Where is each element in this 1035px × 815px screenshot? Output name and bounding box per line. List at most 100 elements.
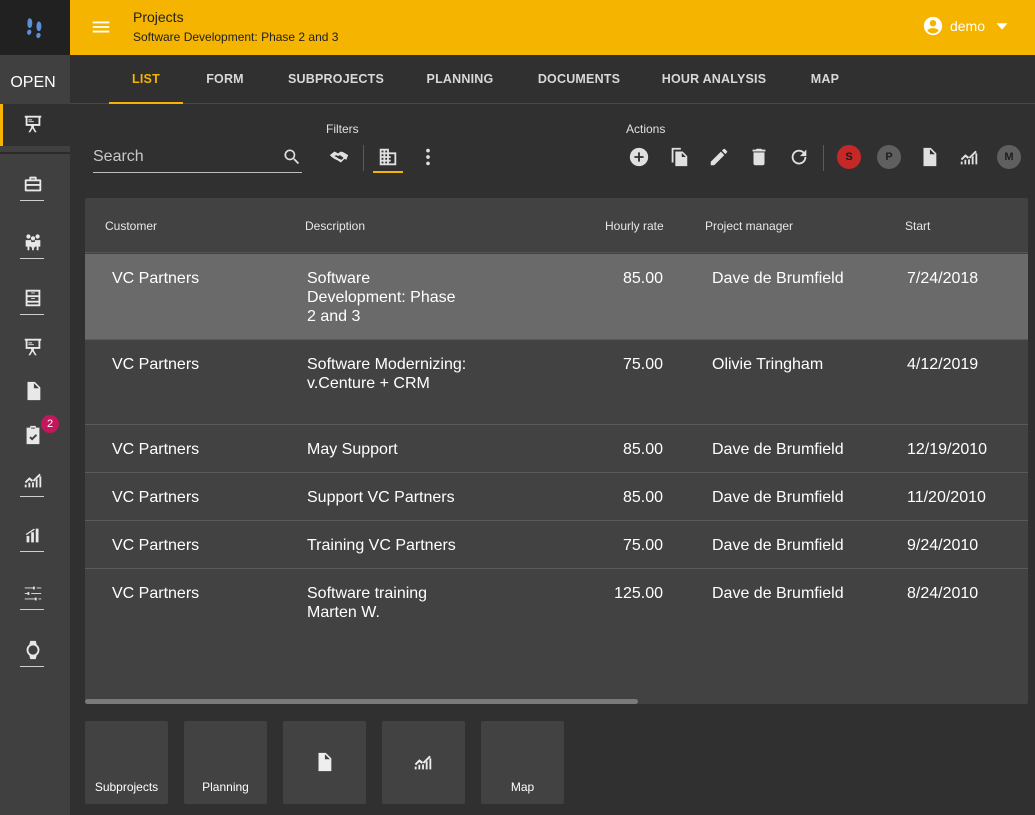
column-header-start[interactable]: Start — [905, 219, 930, 233]
rail-divider — [0, 152, 70, 154]
table-row[interactable]: VC Partners Support VC Partners 85.00 Da… — [85, 473, 1028, 521]
tasks-badge: 2 — [41, 415, 59, 433]
table-row[interactable]: VC Partners Software training Marten W. … — [85, 569, 1028, 635]
trending-chart-icon[interactable] — [20, 467, 46, 497]
tile-label: Map — [510, 780, 535, 794]
trending-chart-icon — [414, 755, 432, 770]
page-subtitle: Software Development: Phase 2 and 3 — [133, 30, 339, 44]
sliders-icon[interactable] — [20, 580, 46, 610]
column-header-hourly-rate[interactable]: Hourly rate — [605, 219, 664, 233]
handshake-filter-icon[interactable] — [327, 145, 351, 169]
people-icon[interactable] — [20, 229, 46, 259]
cell-hourly-rate: 75.00 — [622, 537, 663, 554]
status-p-letter: P — [885, 151, 893, 163]
tab-documents[interactable]: DOCUMENTS — [533, 55, 625, 103]
actions-divider — [823, 145, 824, 171]
trending-chart-icon[interactable] — [957, 145, 981, 169]
search-icon[interactable] — [282, 147, 302, 167]
app-root: OPEN 2 Projects Software Development: Ph… — [0, 0, 1035, 815]
cell-customer: VC Partners — [112, 356, 200, 373]
column-header-description[interactable]: Description — [305, 219, 365, 233]
tab-map[interactable]: MAP — [803, 55, 847, 103]
tab-form[interactable]: FORM — [196, 55, 254, 103]
actions-label: Actions — [626, 122, 666, 136]
left-rail: OPEN 2 — [0, 0, 70, 815]
open-label: OPEN — [10, 74, 56, 91]
tile-label: Subprojects — [94, 780, 159, 794]
delete-trash-icon[interactable] — [747, 145, 771, 169]
company-filter-icon[interactable] — [376, 145, 400, 169]
cell-start: 8/24/2010 — [907, 585, 979, 602]
file-cabinet-icon[interactable] — [20, 285, 46, 315]
search-field — [93, 141, 302, 173]
cell-description: Training VC Partners — [307, 537, 456, 554]
cell-start: 11/20/2010 — [907, 489, 986, 506]
cell-start: 4/12/2019 — [907, 356, 979, 373]
filter-active-underline — [373, 171, 403, 173]
table-row[interactable]: VC Partners Software Development: Phase … — [85, 254, 1028, 340]
status-p-circle[interactable]: P — [877, 145, 901, 169]
projects-table: Customer Description Hourly rate Project… — [85, 198, 1028, 704]
cell-project-manager: Dave de Brumfield — [712, 441, 844, 458]
account-circle-icon — [923, 16, 943, 36]
cell-description: Software training Marten W. — [307, 585, 428, 621]
more-vert-icon[interactable] — [416, 145, 440, 169]
status-m-letter: M — [1004, 151, 1014, 163]
user-name: demo — [949, 18, 985, 34]
tile-subprojects[interactable]: Subprojects — [85, 721, 168, 804]
cell-hourly-rate: 85.00 — [622, 489, 663, 506]
cell-hourly-rate: 75.00 — [622, 356, 663, 373]
search-input[interactable] — [93, 146, 273, 168]
cell-hourly-rate: 85.00 — [622, 270, 663, 287]
filter-divider — [363, 145, 364, 171]
briefcase-icon[interactable] — [20, 171, 46, 201]
column-header-customer[interactable]: Customer — [105, 219, 157, 233]
tile-planning[interactable]: Planning — [184, 721, 267, 804]
cell-customer: VC Partners — [112, 585, 200, 602]
cell-description: Software Modernizing: v.Centure + CRM — [307, 356, 467, 392]
refresh-icon[interactable] — [787, 145, 811, 169]
cell-project-manager: Dave de Brumfield — [712, 585, 844, 602]
tile-label: Planning — [202, 780, 249, 794]
document-icon — [318, 752, 332, 772]
cell-description: Software Development: Phase 2 and 3 — [307, 270, 456, 325]
filters-label: Filters — [326, 122, 359, 136]
copy-icon[interactable] — [667, 145, 691, 169]
cell-customer: VC Partners — [112, 489, 200, 506]
cell-customer: VC Partners — [112, 441, 200, 458]
add-circle-icon[interactable] — [627, 145, 651, 169]
tab-bar: LIST FORM SUBPROJECTS PLANNING DOCUMENTS… — [70, 55, 1035, 104]
table-row[interactable]: VC Partners Software Modernizing: v.Cent… — [85, 340, 1028, 425]
hamburger-menu-icon[interactable] — [90, 16, 112, 38]
tab-subprojects[interactable]: SUBPROJECTS — [284, 55, 388, 103]
status-m-circle[interactable]: M — [997, 145, 1021, 169]
tab-planning[interactable]: PLANNING — [420, 55, 500, 103]
status-s-circle[interactable]: S — [837, 145, 861, 169]
user-menu[interactable]: demo — [922, 15, 1013, 37]
project-presentation-icon[interactable] — [20, 334, 46, 360]
top-bar: Projects Software Development: Phase 2 a… — [70, 0, 1035, 55]
bar-chart-icon[interactable] — [20, 522, 46, 552]
watch-icon[interactable] — [20, 637, 46, 667]
edit-pencil-icon[interactable] — [707, 145, 731, 169]
cell-description: May Support — [307, 441, 398, 458]
tile-hour-analysis[interactable] — [382, 721, 465, 804]
footprints-logo-icon[interactable] — [0, 0, 70, 55]
tile-documents[interactable] — [283, 721, 366, 804]
page-title: Projects — [133, 9, 184, 25]
cell-customer: VC Partners — [112, 537, 200, 554]
rail-projects-icon[interactable] — [20, 111, 46, 137]
column-header-project-manager[interactable]: Project manager — [705, 219, 793, 233]
tab-hour-analysis[interactable]: HOUR ANALYSIS — [660, 55, 768, 103]
cell-project-manager: Dave de Brumfield — [712, 537, 844, 554]
table-row[interactable]: VC Partners May Support 85.00 Dave de Br… — [85, 425, 1028, 473]
document-icon[interactable] — [20, 378, 46, 404]
cell-project-manager: Olivie Tringham — [712, 356, 824, 373]
cell-customer: VC Partners — [112, 270, 200, 287]
table-row[interactable]: VC Partners Training VC Partners 75.00 D… — [85, 521, 1028, 569]
horizontal-scrollbar[interactable] — [85, 699, 638, 704]
tab-list[interactable]: LIST — [109, 55, 183, 104]
report-document-icon[interactable] — [917, 145, 941, 169]
tile-map[interactable]: Map — [481, 721, 564, 804]
table-header: Customer Description Hourly rate Project… — [85, 198, 1028, 253]
